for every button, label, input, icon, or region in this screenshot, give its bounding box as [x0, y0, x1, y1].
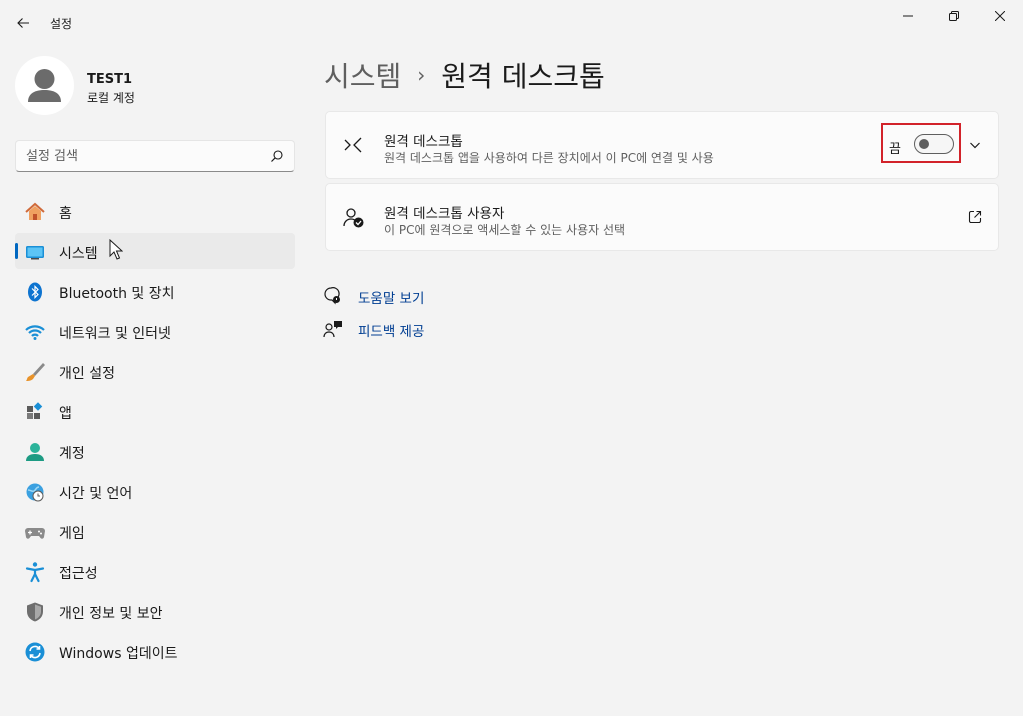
toggle-knob [919, 139, 929, 149]
shield-icon [24, 601, 46, 623]
gamepad-icon [24, 521, 46, 543]
sidebar-item-network[interactable]: 네트워크 및 인터넷 [15, 313, 295, 349]
breadcrumb-separator-icon: › [417, 63, 426, 87]
person-avatar-icon [28, 69, 61, 102]
wifi-icon [24, 321, 46, 343]
sidebar-item-label: 시간 및 언어 [59, 486, 133, 502]
remote-users-description: 이 PC에 원격으로 액세스할 수 있는 사용자 선택 [384, 223, 626, 237]
account-icon [24, 441, 46, 463]
sidebar-item-label: 시스템 [59, 246, 98, 262]
avatar [15, 56, 74, 115]
remote-desktop-card[interactable]: 원격 데스크톱 원격 데스크톱 앱을 사용하여 다른 장치에서 이 PC에 연결… [325, 111, 999, 179]
sidebar-nav: 홈 시스템 Bluetooth 및 장치 네트워크 및 인터넷 개인 설정 앱 … [15, 193, 295, 673]
help-links: 도움말 보기 피드백 제공 [323, 283, 523, 349]
system-icon [24, 241, 46, 263]
sidebar-item-label: 접근성 [59, 566, 98, 582]
sidebar-item-apps[interactable]: 앱 [15, 393, 295, 429]
search-input[interactable] [26, 147, 266, 165]
sidebar-item-label: 게임 [59, 526, 85, 542]
user-profile[interactable]: TEST1 로컬 계정 [15, 56, 295, 116]
chevron-down-icon [970, 142, 980, 149]
sidebar-item-home[interactable]: 홈 [15, 193, 295, 229]
feedback-icon [323, 319, 343, 339]
remote-desktop-icon [342, 134, 366, 158]
restore-icon [949, 11, 959, 21]
bluetooth-icon [24, 281, 46, 303]
title-bar: 설정 [0, 0, 1023, 44]
remote-users-title: 원격 데스크톱 사용자 [384, 206, 505, 222]
sidebar-item-label: Windows 업데이트 [59, 646, 178, 662]
sidebar-item-personalization[interactable]: 개인 설정 [15, 353, 295, 389]
minimize-button[interactable] [885, 4, 931, 28]
get-help-link[interactable]: 도움말 보기 [323, 283, 523, 316]
give-feedback-label[interactable]: 피드백 제공 [358, 320, 424, 340]
back-button[interactable] [10, 10, 36, 36]
home-icon [24, 201, 46, 223]
close-icon [995, 11, 1005, 21]
settings-search[interactable] [15, 140, 295, 172]
sidebar-item-label: Bluetooth 및 장치 [59, 286, 175, 302]
sidebar-item-label: 개인 정보 및 보안 [59, 606, 163, 622]
get-help-label[interactable]: 도움말 보기 [358, 287, 424, 307]
brush-icon [24, 361, 46, 383]
mouse-cursor-icon [109, 239, 123, 260]
user-name: TEST1 [87, 72, 133, 87]
maximize-button[interactable] [931, 4, 977, 28]
search-icon[interactable] [270, 149, 284, 163]
sidebar-item-privacy[interactable]: 개인 정보 및 보안 [15, 593, 295, 629]
back-arrow-icon [17, 18, 29, 28]
sidebar-item-accounts[interactable]: 계정 [15, 433, 295, 469]
accessibility-icon [24, 561, 46, 583]
sidebar-item-time-language[interactable]: 시간 및 언어 [15, 473, 295, 509]
toggle-state-label: 끔 [889, 142, 901, 157]
give-feedback-link[interactable]: 피드백 제공 [323, 316, 523, 349]
update-icon [24, 641, 46, 663]
breadcrumb: 시스템 › 원격 데스크톱 [324, 55, 605, 95]
help-chat-icon [323, 286, 343, 306]
apps-icon [24, 401, 46, 423]
user-check-icon [342, 206, 366, 230]
sidebar-item-label: 개인 설정 [59, 366, 115, 382]
time-language-icon [24, 481, 46, 503]
sidebar-item-bluetooth[interactable]: Bluetooth 및 장치 [15, 273, 295, 309]
close-button[interactable] [977, 4, 1023, 28]
remote-desktop-toggle[interactable] [914, 134, 954, 154]
sidebar-item-windows-update[interactable]: Windows 업데이트 [15, 633, 295, 669]
app-title: 설정 [50, 17, 73, 31]
breadcrumb-parent[interactable]: 시스템 [324, 55, 401, 95]
remote-desktop-description: 원격 데스크톱 앱을 사용하여 다른 장치에서 이 PC에 연결 및 사용 [384, 151, 714, 165]
page-title: 원격 데스크톱 [441, 60, 605, 93]
sidebar-item-label: 계정 [59, 446, 85, 462]
remote-desktop-title: 원격 데스크톱 [384, 134, 463, 150]
sidebar-item-accessibility[interactable]: 접근성 [15, 553, 295, 589]
remote-desktop-users-card[interactable]: 원격 데스크톱 사용자 이 PC에 원격으로 액세스할 수 있는 사용자 선택 [325, 183, 999, 251]
account-type: 로컬 계정 [87, 91, 135, 105]
expand-button[interactable] [964, 134, 986, 156]
sidebar-item-label: 앱 [59, 406, 72, 422]
open-external-button[interactable] [964, 206, 986, 228]
minimize-icon [903, 15, 913, 17]
open-external-icon [968, 210, 982, 224]
sidebar-item-label: 홈 [59, 206, 72, 222]
sidebar-item-system[interactable]: 시스템 [15, 233, 295, 269]
sidebar-item-label: 네트워크 및 인터넷 [59, 326, 171, 342]
sidebar-item-gaming[interactable]: 게임 [15, 513, 295, 549]
